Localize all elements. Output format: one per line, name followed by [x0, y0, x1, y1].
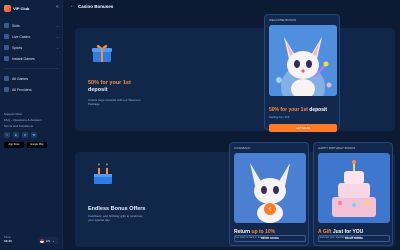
- svg-text:€: €: [269, 207, 272, 213]
- fox-cashback-image: €: [234, 153, 306, 223]
- sidebar-item-label: Sports: [12, 45, 23, 50]
- activate-button[interactable]: ACTIVATE: [269, 124, 337, 132]
- fox-mascot-image: [269, 25, 337, 96]
- welcome-bonus-card[interactable]: Welcome Bonus 50% for your 1st deposit S…: [264, 14, 340, 132]
- sidebar: VIP Club « Slots ⌄ Live Casino ⌄ Sports …: [0, 0, 63, 250]
- clock: Time 19:43: [4, 235, 12, 243]
- sidebar-item-label: All Games: [12, 76, 29, 81]
- clock-time: 19:43: [4, 239, 12, 243]
- social-links: f in X ✉: [4, 132, 37, 138]
- card-tag: Welcome Bonus: [269, 18, 297, 22]
- sidebar-item-sports[interactable]: Sports ⌄: [0, 42, 63, 53]
- cashback-card[interactable]: Cashback € Return up to 10% Your cash is…: [229, 142, 309, 246]
- sidebar-item-label: All Providers: [12, 87, 32, 92]
- welcome-title-rest: deposit: [88, 86, 108, 93]
- card-title-rest: deposit: [309, 107, 328, 113]
- birthday-cake-image: [318, 153, 390, 223]
- chevron-down-icon: ⌄: [56, 45, 59, 50]
- card-tag: Cashback: [234, 146, 251, 150]
- flag-icon: [40, 238, 44, 243]
- support-links: Support Chat FAQ – Questions & Answers T…: [4, 111, 60, 129]
- read-more-button[interactable]: READ MORE: [234, 235, 306, 242]
- app-store-button[interactable]: App Store: [4, 142, 24, 148]
- card-title-highlight: 50% for your 1st: [269, 107, 308, 113]
- sidebar-item-live-casino[interactable]: Live Casino ⌄: [0, 31, 63, 42]
- facebook-icon[interactable]: f: [4, 132, 10, 138]
- logo-icon: [4, 5, 11, 12]
- endless-panel-description: Cashback, and birthday gifts to celebrat…: [88, 214, 143, 222]
- gift-icon: [92, 44, 112, 62]
- chevron-down-icon: ⌄: [56, 23, 59, 28]
- providers-icon: [4, 87, 9, 92]
- welcome-title-highlight: 50% for your 1st: [88, 80, 131, 86]
- instagram-icon[interactable]: in: [13, 132, 19, 138]
- rocket-icon: [4, 56, 9, 61]
- brand-name: VIP Club: [13, 6, 30, 11]
- endless-panel-title: Endless Bonus Offers: [88, 206, 146, 212]
- page-title: Casino Bonuses: [78, 3, 114, 9]
- sidebar-item-slots[interactable]: Slots ⌄: [0, 20, 63, 31]
- slot-icon: [4, 23, 9, 28]
- birthday-cake-icon: [94, 163, 112, 184]
- welcome-panel-description: Unlock huge rewards with our Welcome Pac…: [88, 98, 141, 106]
- back-arrow-icon[interactable]: ←: [70, 3, 75, 9]
- x-icon[interactable]: X: [22, 132, 28, 138]
- brand-logo[interactable]: VIP Club: [4, 4, 29, 13]
- collapse-sidebar-icon[interactable]: «: [56, 4, 59, 10]
- google-play-button[interactable]: Google Play: [27, 142, 47, 148]
- grid-icon: [4, 76, 9, 81]
- language-label: EN: [46, 238, 51, 243]
- sidebar-item-label: Instant Games: [12, 56, 35, 61]
- app-store-links: App Store Google Play: [4, 142, 47, 148]
- telegram-icon[interactable]: ✉: [31, 132, 37, 138]
- welcome-panel-title: 50% for your 1st deposit: [88, 80, 131, 93]
- sidebar-item-label: Slots: [12, 23, 20, 28]
- sidebar-item-label: Live Casino: [12, 34, 31, 39]
- chevron-down-icon: ⌄: [52, 238, 55, 243]
- sidebar-item-all-games[interactable]: All Games: [0, 73, 63, 84]
- terms-link[interactable]: Terms and Conditions: [4, 123, 60, 129]
- card-title: 50% for your 1st deposit: [269, 107, 327, 113]
- cards-icon: [4, 34, 9, 39]
- sidebar-item-all-providers[interactable]: All Providers: [0, 84, 63, 95]
- card-subtitle: Starting from 20 €: [269, 116, 290, 119]
- topbar: ← Casino Bonuses: [63, 0, 400, 12]
- card-tag: Happy Birthday Bonus: [318, 146, 356, 150]
- sidebar-item-instant-games[interactable]: Instant Games: [0, 53, 63, 64]
- ball-icon: [4, 45, 9, 50]
- read-more-button[interactable]: READ MORE: [318, 235, 390, 242]
- chevron-down-icon: ⌄: [56, 34, 59, 39]
- birthday-card[interactable]: Happy Birthday Bonus A Gift Just for YOU…: [313, 142, 393, 246]
- sidebar-nav: Slots ⌄ Live Casino ⌄ Sports ⌄ Instant G…: [0, 20, 63, 95]
- divider: [4, 68, 59, 69]
- language-selector[interactable]: EN ⌄: [38, 237, 59, 244]
